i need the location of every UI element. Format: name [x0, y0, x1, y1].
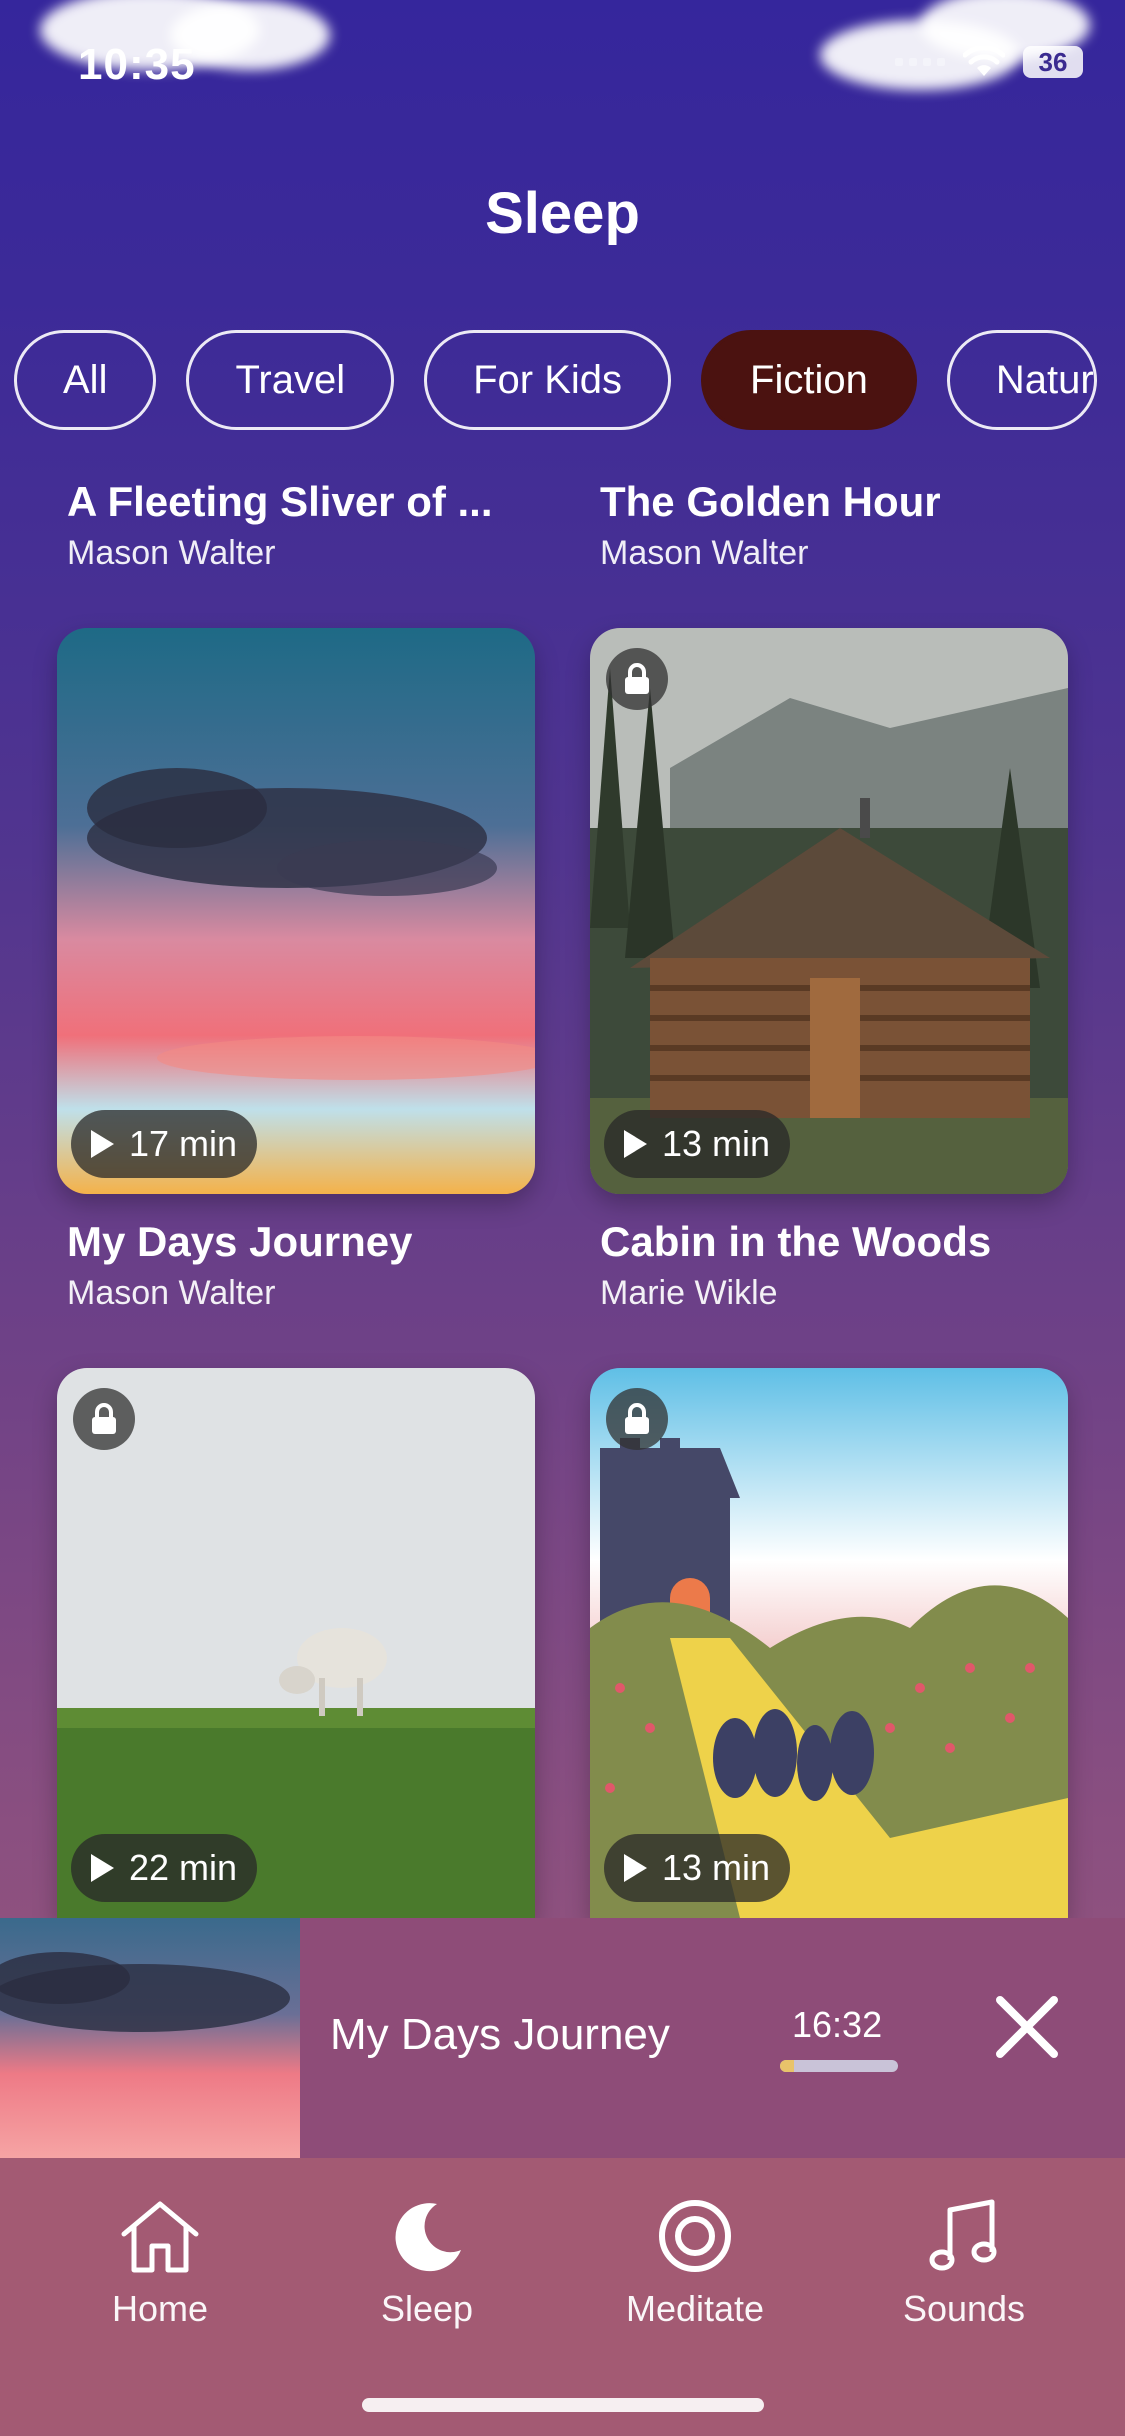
progress-fill — [780, 2060, 795, 2072]
mini-player[interactable]: My Days Journey 16:32 — [0, 1918, 1125, 2158]
story-author: Mason Walter — [67, 1274, 276, 1312]
duration-badge: 17 min — [71, 1110, 258, 1178]
home-icon — [121, 2201, 199, 2273]
player-thumbnail — [0, 1918, 300, 2158]
player-progress-bar[interactable] — [780, 2060, 898, 2072]
story-thumbnail[interactable]: 13 min — [590, 628, 1068, 1194]
tab-sounds[interactable]: Sounds — [864, 2198, 1064, 2330]
lock-icon — [73, 1388, 135, 1450]
chip-fiction[interactable]: Fiction — [701, 330, 917, 430]
story-title: The Golden Hour — [600, 478, 941, 525]
category-chips: All Travel For Kids Fiction Natur — [14, 330, 1097, 430]
story-info: Cabin in the Woods Marie Wikle — [600, 1218, 991, 1313]
story-title: My Days Journey — [67, 1218, 413, 1265]
tab-label: Sleep — [380, 2288, 474, 2329]
signal-icon — [895, 58, 945, 66]
duration-label: 22 min — [129, 1847, 238, 1888]
tab-meditate[interactable]: Meditate — [595, 2198, 795, 2330]
duration-label: 17 min — [129, 1123, 238, 1164]
play-icon — [624, 1130, 647, 1158]
target-icon — [659, 2200, 731, 2272]
player-title: My Days Journey — [330, 2010, 670, 2059]
story-card[interactable]: The Golden Hour Mason Walter — [600, 478, 1080, 573]
story-thumbnail[interactable]: 22 min — [57, 1368, 535, 1918]
status-time: 10:35 — [78, 40, 196, 89]
moon-icon — [395, 2203, 461, 2272]
lock-icon — [606, 1388, 668, 1450]
story-thumbnail[interactable]: 17 min — [57, 628, 535, 1194]
page-title: Sleep — [485, 181, 640, 246]
player-time: 16:32 — [792, 2004, 883, 2045]
home-indicator — [362, 2398, 764, 2412]
chip-nature[interactable]: Natur — [946, 330, 1097, 430]
story-author: Mason Walter — [600, 534, 809, 572]
lock-icon — [606, 648, 668, 710]
duration-label: 13 min — [662, 1847, 771, 1888]
status-indicators: 36 — [895, 46, 1083, 78]
wifi-icon — [963, 46, 1005, 76]
story-title: Cabin in the Woods — [600, 1218, 992, 1265]
battery-icon: 36 — [1023, 46, 1083, 78]
close-icon[interactable] — [990, 1990, 1064, 2064]
story-info: My Days Journey Mason Walter — [67, 1218, 412, 1313]
play-icon — [91, 1130, 114, 1158]
story-author: Marie Wikle — [600, 1274, 778, 1312]
tab-bar: Home Sleep Meditate Sounds — [0, 2158, 1125, 2436]
tab-label: Sounds — [902, 2288, 1026, 2329]
chip-all[interactable]: All — [14, 330, 157, 430]
chip-travel[interactable]: Travel — [186, 330, 395, 430]
chip-for-kids[interactable]: For Kids — [424, 330, 672, 430]
tab-label: Meditate — [625, 2288, 765, 2329]
duration-badge: 22 min — [71, 1834, 258, 1902]
duration-label: 13 min — [662, 1123, 771, 1164]
duration-badge: 13 min — [604, 1110, 791, 1178]
tab-label: Home — [111, 2288, 209, 2329]
story-card[interactable]: A Fleeting Sliver of ... Mason Walter — [67, 478, 547, 573]
story-title: A Fleeting Sliver of ... — [67, 478, 493, 525]
duration-badge: 13 min — [604, 1834, 791, 1902]
play-icon — [624, 1854, 647, 1882]
sunset-sky-image — [0, 1918, 300, 2158]
story-author: Mason Walter — [67, 534, 276, 572]
play-icon — [91, 1854, 114, 1882]
tab-home[interactable]: Home — [60, 2198, 260, 2330]
tab-sleep[interactable]: Sleep — [327, 2198, 527, 2330]
story-thumbnail[interactable]: 13 min — [590, 1368, 1068, 1918]
music-note-icon — [929, 2199, 997, 2271]
